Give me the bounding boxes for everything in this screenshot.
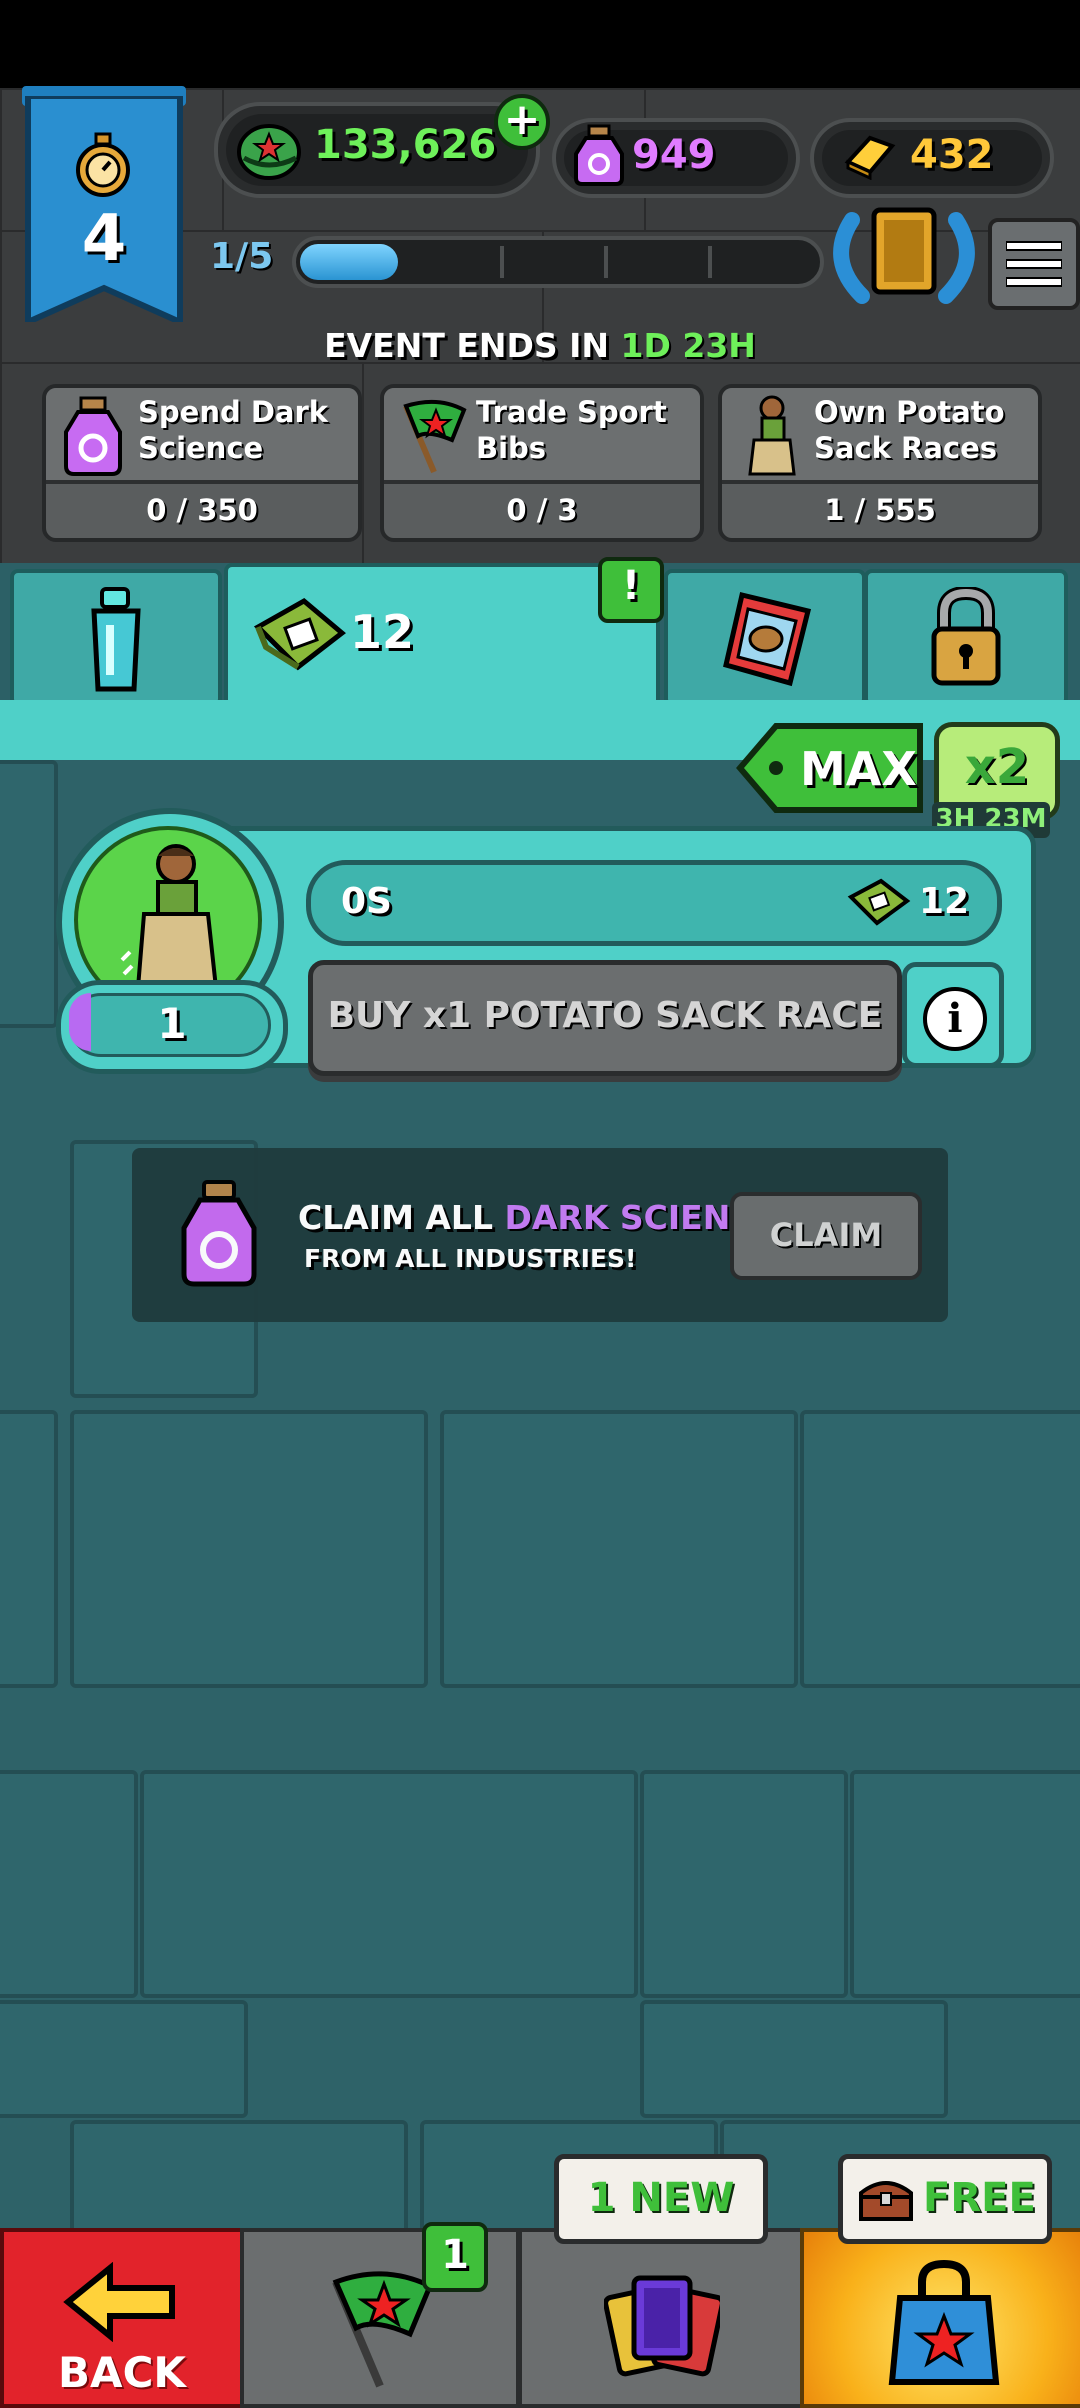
flag-badge-count: 1: [441, 2232, 469, 2278]
stopwatch-icon: [70, 132, 136, 198]
add-currency-button[interactable]: +: [494, 94, 550, 150]
menu-button[interactable]: [988, 218, 1080, 310]
event-timer: EVENT ENDS IN 1D 23H: [0, 326, 1080, 365]
production-reward: 12: [919, 881, 970, 922]
info-button[interactable]: i: [902, 962, 1004, 1068]
plus-icon: +: [503, 94, 541, 145]
industry-tabs: 12 !: [0, 557, 1080, 717]
green-flag-icon: [394, 396, 474, 476]
info-glyph: i: [947, 995, 963, 1042]
shopping-bag-icon: [888, 2258, 1000, 2388]
task-label: Spend Dark Science: [138, 395, 329, 465]
potato-chips-bag-icon: [718, 585, 818, 689]
task-progress: 0 / 350: [146, 493, 258, 527]
dark-science-pill[interactable]: 949: [552, 118, 800, 198]
claim-all-prefix: CLAIM ALL: [298, 1198, 493, 1237]
alert-badge[interactable]: !: [598, 557, 664, 623]
dark-science-jar-icon: [570, 124, 628, 186]
padlock-icon: [928, 585, 1004, 687]
claim-all-text: CLAIM ALL DARK SCIENCE: [298, 1198, 777, 1237]
production-timer-bar: 0S 12: [306, 860, 1002, 946]
dark-science-jar-icon: [58, 396, 128, 476]
shop-free-badge: FREE: [838, 2154, 1052, 2244]
cards-button[interactable]: [518, 2228, 804, 2408]
sport-bib-icon: [252, 593, 348, 677]
level-banner[interactable]: 4: [22, 86, 186, 322]
cards-stack-icon: [603, 2268, 725, 2380]
sport-bib-icon: [847, 877, 911, 927]
dark-science-jar-icon: [176, 1178, 262, 1288]
production-timer: 0S: [341, 881, 392, 922]
info-icon: i: [923, 987, 987, 1051]
back-button[interactable]: BACK: [0, 2228, 244, 2408]
task-progress: 0 / 3: [506, 493, 578, 527]
task-card-trade-sport-bibs[interactable]: Trade Sport Bibs 0 / 3: [380, 384, 704, 542]
potato-sack-racer-icon: [120, 842, 230, 992]
claim-all-line2: FROM ALL INDUSTRIES!: [304, 1244, 637, 1273]
gold-bar-icon: [844, 132, 896, 181]
helmet-currency-pill[interactable]: 133,626: [214, 102, 540, 198]
task-card-spend-dark-science[interactable]: Spend Dark Science 0 / 350: [42, 384, 362, 542]
max-button[interactable]: MAX: [736, 720, 926, 816]
tab-potato-chips[interactable]: [664, 569, 866, 707]
cards-new-badge: 1 NEW: [554, 2154, 768, 2244]
army-helmet-icon: [232, 112, 306, 186]
water-bottle-icon: [84, 585, 150, 695]
arrow-left-icon: [60, 2261, 180, 2343]
shop-button[interactable]: [800, 2228, 1080, 2408]
back-label: BACK: [58, 2348, 186, 2397]
buy-button-label: BUY x1 POTATO SACK RACE: [327, 995, 883, 1036]
task-progress: 1 / 555: [824, 493, 936, 527]
buy-button[interactable]: BUY x1 POTATO SACK RACE: [308, 960, 902, 1076]
collection-laurel-button[interactable]: [822, 200, 986, 310]
claim-button-label: CLAIM: [769, 1216, 883, 1254]
event-timer-value: 1D 23H: [620, 326, 756, 365]
gold-pill[interactable]: 432: [810, 118, 1054, 198]
task-label: Trade Sport Bibs: [476, 395, 667, 465]
claim-all-banner: CLAIM ALL DARK SCIENCE FROM ALL INDUSTRI…: [132, 1148, 948, 1322]
double-boost-label: x2: [964, 739, 1030, 795]
level-progress-text: 1/5: [210, 236, 274, 277]
treasure-chest-icon: [857, 2173, 915, 2223]
shop-free-label: FREE: [923, 2175, 1036, 2221]
flag-badge: 1: [422, 2222, 488, 2292]
tab-sport-bibs-active[interactable]: 12: [224, 563, 660, 717]
dark-science-amount: 949: [632, 132, 716, 178]
event-timer-prefix: EVENT ENDS IN: [324, 326, 610, 365]
owned-count: 1: [157, 999, 187, 1048]
task-label: Own Potato Sack Races: [814, 395, 1005, 465]
tab-locked[interactable]: [864, 569, 1068, 707]
cards-new-label: 1 NEW: [587, 2175, 735, 2221]
owned-count-pill: 1: [56, 980, 288, 1074]
gold-amount: 432: [910, 132, 994, 178]
level-progress-fill: [300, 244, 398, 280]
hamburger-icon: [1005, 240, 1063, 288]
tab-water-bottle[interactable]: [10, 569, 222, 707]
level-progress-bar: [292, 236, 824, 288]
helmet-amount: 133,626: [314, 122, 497, 168]
status-bar: [0, 0, 1080, 88]
max-label: MAX: [800, 742, 917, 796]
sport-bibs-count: 12: [350, 605, 415, 659]
potato-sack-racer-icon: [736, 394, 806, 478]
task-card-own-potato-sack-races[interactable]: Own Potato Sack Races 1 / 555: [718, 384, 1042, 542]
alert-mark: !: [621, 563, 641, 609]
claim-button[interactable]: CLAIM: [730, 1192, 922, 1280]
top-hud: 4 133,626 + 949 432 1/5 EVENT ENDS IN 1D…: [0, 86, 1080, 566]
level-number: 4: [81, 202, 127, 276]
